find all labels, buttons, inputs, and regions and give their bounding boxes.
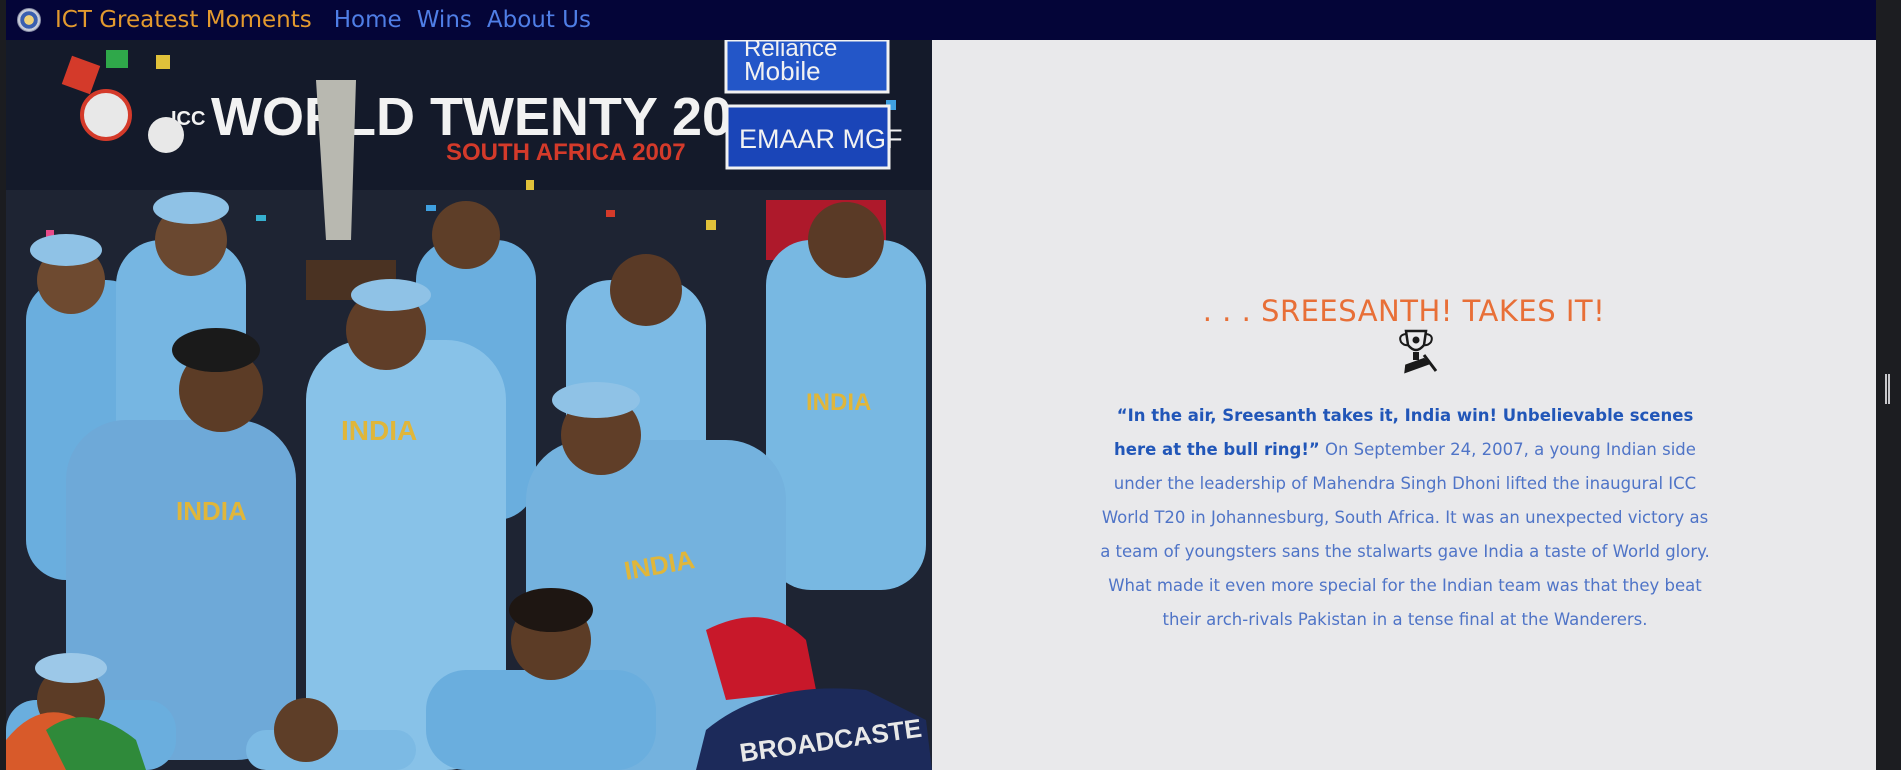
brand-logo-icon[interactable] — [17, 8, 41, 32]
jersey-text-4: INDIA — [806, 389, 871, 416]
trophy-icon — [1399, 329, 1438, 374]
team-celebration-photo: ICC WORLD TWENTY 20 SOUTH AFRICA 2007 Re… — [6, 40, 932, 770]
story-panel: . . . SREESANTH! TAKES IT! “In the air, … — [932, 40, 1876, 770]
banner-title: WORLD TWENTY 20 — [211, 87, 732, 147]
sponsor-emaar-text: EMAAR MGF — [739, 124, 903, 154]
banner-subtitle: SOUTH AFRICA 2007 — [446, 139, 686, 166]
nav-link-about-us[interactable]: About Us — [487, 7, 591, 33]
team-celebration-illustration: ICC WORLD TWENTY 20 SOUTH AFRICA 2007 Re… — [6, 40, 932, 770]
jersey-text-1: INDIA — [176, 496, 247, 526]
nav-link-home[interactable]: Home — [334, 7, 402, 33]
sponsor-reliance-line2: Mobile — [744, 56, 821, 86]
jersey-text-2: INDIA — [341, 415, 417, 446]
nav-link-wins[interactable]: Wins — [417, 7, 472, 33]
event-logo-icon — [80, 89, 132, 141]
resize-handle[interactable] — [1885, 374, 1890, 404]
brand-link[interactable]: ICT Greatest Moments — [55, 7, 312, 33]
event-logo-secondary-icon — [148, 117, 184, 153]
story-headline: . . . SREESANTH! TAKES IT! — [1202, 294, 1606, 329]
story-body: On September 24, 2007, a young Indian si… — [1100, 439, 1710, 629]
navbar: ICT Greatest Moments Home Wins About Us — [6, 0, 1876, 40]
story-text: “In the air, Sreesanth takes it, India w… — [1100, 399, 1710, 637]
